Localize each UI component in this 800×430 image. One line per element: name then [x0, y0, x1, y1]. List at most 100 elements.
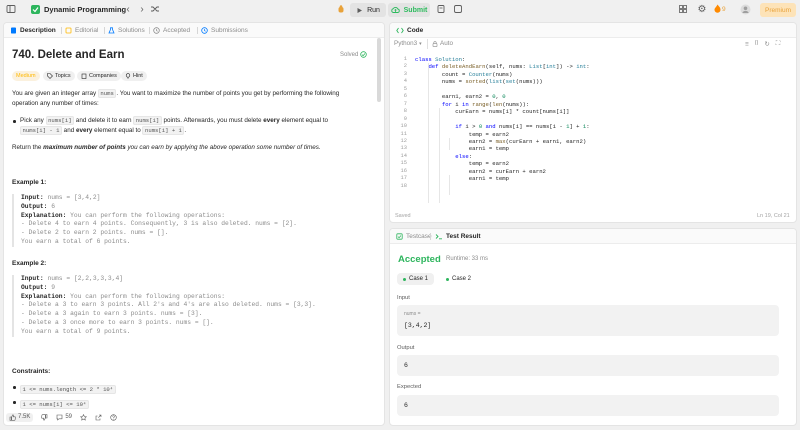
run-label: Run — [367, 6, 380, 14]
format-icon[interactable]: ≡ — [745, 41, 749, 48]
line-number: 7 — [403, 100, 407, 107]
share-icon — [95, 414, 102, 420]
difficulty-badge: Medium — [12, 71, 40, 81]
lightbulb-icon — [125, 73, 131, 79]
debug-icon[interactable] — [336, 4, 348, 16]
problem-return: Return the maximum number of points you … — [12, 144, 321, 151]
constraint-item: 1 <= nums[i] <= 10⁴ — [12, 397, 362, 412]
thumbs-down-icon — [41, 413, 48, 421]
output-label: Output — [397, 345, 415, 351]
line-number: 8 — [403, 108, 407, 115]
reset-icon[interactable]: ↻ — [764, 41, 769, 48]
input-var-name: nums = — [404, 311, 421, 317]
history-icon — [201, 27, 208, 34]
bookmark-icon[interactable]: ⌷ — [755, 40, 759, 48]
cloud-upload-icon — [390, 7, 400, 13]
premium-button[interactable]: Premium — [760, 3, 796, 17]
tab-editorial[interactable]: Editorial — [65, 23, 98, 38]
code-header: Code — [390, 23, 796, 38]
streak-count: 9 — [722, 6, 726, 13]
line-number: 13 — [400, 145, 407, 152]
whiteboard-icon[interactable] — [453, 4, 465, 16]
tab-accepted[interactable]: Accepted — [153, 23, 190, 38]
star-icon — [80, 413, 88, 421]
code-editor[interactable]: 1 2 3 4 5 6 7 8 9 10 11 12 13 14 15 16 17 18 class Soluti… — [392, 56, 790, 204]
top-bar: Dynamic Programming ‹ › Run Submit ⚙ 9 P… — [0, 0, 800, 20]
autosave-toggle[interactable]: Auto — [432, 40, 453, 47]
code-brackets-icon — [396, 27, 404, 34]
problem-intro: You are given an integer array nums. You… — [12, 89, 340, 107]
tag-icon — [47, 73, 53, 79]
comments-button[interactable]: 59 — [56, 414, 72, 421]
chevron-down-icon: ▾ — [419, 40, 422, 47]
line-number: 17 — [400, 175, 407, 182]
terminal-icon — [435, 234, 442, 240]
companies-chip[interactable]: Companies — [77, 71, 121, 81]
line-number: 9 — [403, 115, 407, 122]
description-footer: 7.5K 59 — [6, 411, 117, 423]
result-tabs: Testcase Test Result — [390, 229, 796, 244]
line-number: 2 — [403, 63, 407, 70]
cursor-position: Ln 19, Col 21 — [757, 213, 790, 219]
fullscreen-icon[interactable]: ⛶ — [776, 40, 780, 48]
settings-gear-icon[interactable]: ⚙ — [696, 4, 708, 16]
problem-title[interactable]: 740. Delete and Earn — [12, 49, 125, 61]
next-problem-icon[interactable]: › — [136, 4, 148, 16]
study-plan-title[interactable]: Dynamic Programming — [44, 4, 126, 16]
question-icon — [110, 413, 117, 421]
example-2-heading: Example 2: — [12, 260, 47, 267]
dislike-button[interactable] — [41, 413, 48, 421]
panel-layout-icon[interactable] — [6, 4, 18, 16]
description-tabs: Description Editorial Solutions Accepted… — [4, 23, 384, 38]
description-scrollbar[interactable] — [377, 38, 381, 102]
line-number: 10 — [400, 123, 407, 130]
line-number: 6 — [403, 93, 407, 100]
layout-grid-icon[interactable] — [678, 4, 690, 16]
constraint-item: 1 <= nums.length <= 2 * 10⁴ — [12, 382, 362, 397]
constraints-heading: Constraints: — [12, 368, 51, 375]
line-number: 12 — [400, 137, 407, 144]
submit-button[interactable]: Submit — [388, 3, 430, 17]
input-label: Input — [397, 295, 410, 301]
book-icon — [65, 27, 72, 34]
constraints-list: 1 <= nums.length <= 2 * 10⁴ 1 <= nums[i]… — [12, 382, 362, 412]
line-number: 15 — [400, 160, 407, 167]
pass-dot-icon — [446, 277, 449, 281]
line-number: 5 — [403, 85, 407, 92]
favorite-button[interactable] — [80, 413, 88, 421]
tab-submissions[interactable]: Submissions — [201, 23, 248, 38]
hint-chip[interactable]: Hint — [121, 71, 147, 81]
tab-code[interactable]: Code — [396, 23, 423, 38]
example-1-block: Input: nums = [3,4,2] Output: 6 Explanat… — [12, 194, 364, 247]
example-2-block: Input: nums = [2,2,3,3,3,4] Output: 9 Ex… — [12, 275, 364, 337]
runtime-text: Runtime: 33 ms — [446, 256, 489, 262]
notes-icon[interactable] — [436, 4, 448, 16]
line-number: 3 — [403, 70, 407, 77]
expected-value: 6 — [404, 402, 408, 409]
checkbox-icon — [396, 233, 403, 240]
language-select[interactable]: Python3 ▾ — [394, 40, 422, 47]
play-icon — [357, 7, 363, 13]
case-2-tab[interactable]: Case 2 — [440, 273, 477, 285]
saved-status: Saved — [395, 213, 411, 219]
problem-operation: Pick any nums[i] and delete it to earn n… — [12, 116, 362, 136]
topics-chip[interactable]: Topics — [43, 71, 75, 81]
shuffle-icon[interactable] — [150, 4, 162, 16]
tab-description[interactable]: Description — [10, 23, 56, 38]
help-button[interactable] — [110, 413, 117, 421]
editor-toolbar: ≡ ⌷ ↻ ⛶ — [745, 40, 780, 48]
check-circle-icon — [360, 51, 368, 58]
case-1-tab[interactable]: Case 1 — [397, 273, 435, 285]
document-icon — [11, 27, 16, 34]
run-button[interactable]: Run — [350, 3, 386, 17]
like-button[interactable]: 7.5K — [6, 412, 34, 422]
expected-box: 6 — [397, 395, 779, 416]
tab-testcase[interactable]: Testcase — [396, 229, 432, 244]
streak-counter[interactable]: 9 — [714, 4, 734, 16]
prev-problem-icon[interactable]: ‹ — [122, 4, 134, 16]
share-button[interactable] — [95, 414, 102, 421]
tab-solutions[interactable]: Solutions — [108, 23, 145, 38]
result-status: Accepted — [398, 254, 441, 265]
tab-test-result[interactable]: Test Result — [435, 229, 481, 244]
avatar[interactable] — [740, 4, 752, 16]
